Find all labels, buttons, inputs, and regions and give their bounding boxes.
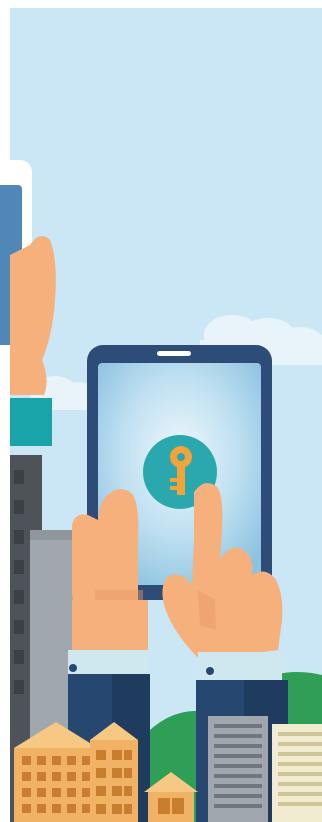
orange-building-center: [90, 722, 138, 822]
grey-striped-building: [208, 716, 268, 822]
left-cuff: [10, 398, 52, 446]
secure-access-illustration: [0, 0, 322, 822]
left-palm: [10, 355, 47, 395]
top-border: [0, 0, 322, 8]
tablet-speaker: [157, 351, 191, 356]
right-shirt-cuff: [198, 652, 282, 680]
illustration-scene: [0, 0, 322, 822]
cream-building-right: [272, 724, 322, 822]
left-border: [0, 0, 10, 822]
left-shirt-cuff: [68, 650, 148, 674]
